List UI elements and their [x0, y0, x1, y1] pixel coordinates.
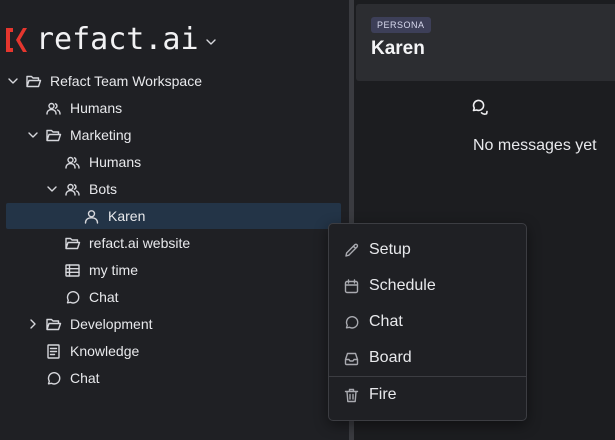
menu-separator — [329, 376, 526, 377]
selected-row-highlight — [6, 203, 341, 229]
menu-item-label: Chat — [369, 313, 403, 330]
menu-item-label: Board — [369, 349, 412, 366]
tree-item-marketing[interactable]: Marketing — [26, 123, 131, 147]
menu-item-setup[interactable]: Setup — [329, 233, 526, 267]
menu-item-schedule[interactable]: Schedule — [329, 269, 526, 303]
inbox-icon — [344, 352, 359, 365]
pencil-icon — [345, 243, 359, 257]
chevron-down-icon — [205, 39, 216, 45]
persona-name: Karen — [371, 38, 425, 59]
chevron-down-icon[interactable] — [6, 74, 20, 88]
empty-chat-message: No messages yet — [473, 137, 597, 154]
tree-item-my-time[interactable]: my time — [64, 258, 138, 282]
tree-item-label: Bots — [89, 181, 118, 197]
users-icon — [46, 102, 61, 115]
chat-bubbles-icon — [472, 99, 488, 115]
tree-item-marketing-humans[interactable]: Humans — [64, 150, 141, 174]
tree-item-label: Karen — [108, 208, 146, 224]
tree-item-label: Refact Team Workspace — [50, 73, 202, 89]
tree-item-refact-team-workspace[interactable]: Refact Team Workspace — [6, 69, 202, 93]
tree-item-workspace-chat[interactable]: Chat — [45, 366, 100, 390]
tree-item-refact-website[interactable]: refact.ai website — [64, 231, 190, 255]
trash-icon — [344, 388, 359, 402]
tree-item-label: Development — [70, 316, 153, 332]
menu-item-fire[interactable]: Fire — [329, 378, 526, 412]
workspace-switcher[interactable]: refact.ai — [4, 22, 217, 58]
menu-item-chat[interactable]: Chat — [329, 305, 526, 339]
folder-open-icon — [26, 75, 42, 87]
menu-item-label: Fire — [369, 386, 397, 403]
tree-item-label: Humans — [70, 100, 123, 116]
tree-item-label: Chat — [70, 370, 100, 386]
chevron-right-icon[interactable] — [26, 317, 40, 331]
tree-item-label: refact.ai website — [89, 235, 191, 251]
tree-item-karen[interactable]: Karen — [83, 204, 145, 228]
persona-badge: PERSONA — [371, 17, 431, 33]
logo-text: refact.ai — [36, 22, 199, 57]
tree-item-humans[interactable]: Humans — [45, 96, 122, 120]
menu-item-board[interactable]: Board — [329, 341, 526, 375]
users-icon — [65, 183, 80, 196]
folder-open-icon — [46, 318, 62, 330]
chevron-down-icon[interactable] — [26, 128, 40, 142]
tree-item-label: Marketing — [70, 127, 132, 143]
tree-item-label: Chat — [89, 289, 119, 305]
user-icon — [84, 209, 99, 224]
tree-item-bots[interactable]: Bots — [45, 177, 117, 201]
tree-item-development[interactable]: Development — [26, 312, 153, 336]
menu-item-label: Setup — [369, 241, 411, 258]
menu-item-label: Schedule — [369, 277, 436, 294]
context-menu: Setup Schedule Chat Board Fire — [328, 223, 527, 421]
tree-item-label: Knowledge — [70, 343, 140, 359]
tree-item-knowledge[interactable]: Knowledge — [45, 339, 139, 363]
chevron-down-icon[interactable] — [45, 182, 59, 196]
chat-icon — [47, 371, 61, 385]
tree-item-chat[interactable]: Chat — [64, 285, 119, 309]
table-icon — [65, 263, 80, 277]
chat-icon — [66, 290, 80, 304]
refact-logo-icon — [6, 28, 27, 52]
document-icon — [47, 343, 60, 359]
users-icon — [65, 156, 80, 169]
folder-open-icon — [65, 237, 81, 249]
folder-open-icon — [46, 129, 62, 141]
chat-icon — [345, 315, 359, 329]
tree-item-label: Humans — [89, 154, 142, 170]
calendar-icon — [344, 278, 359, 293]
tree-item-label: my time — [89, 262, 138, 278]
